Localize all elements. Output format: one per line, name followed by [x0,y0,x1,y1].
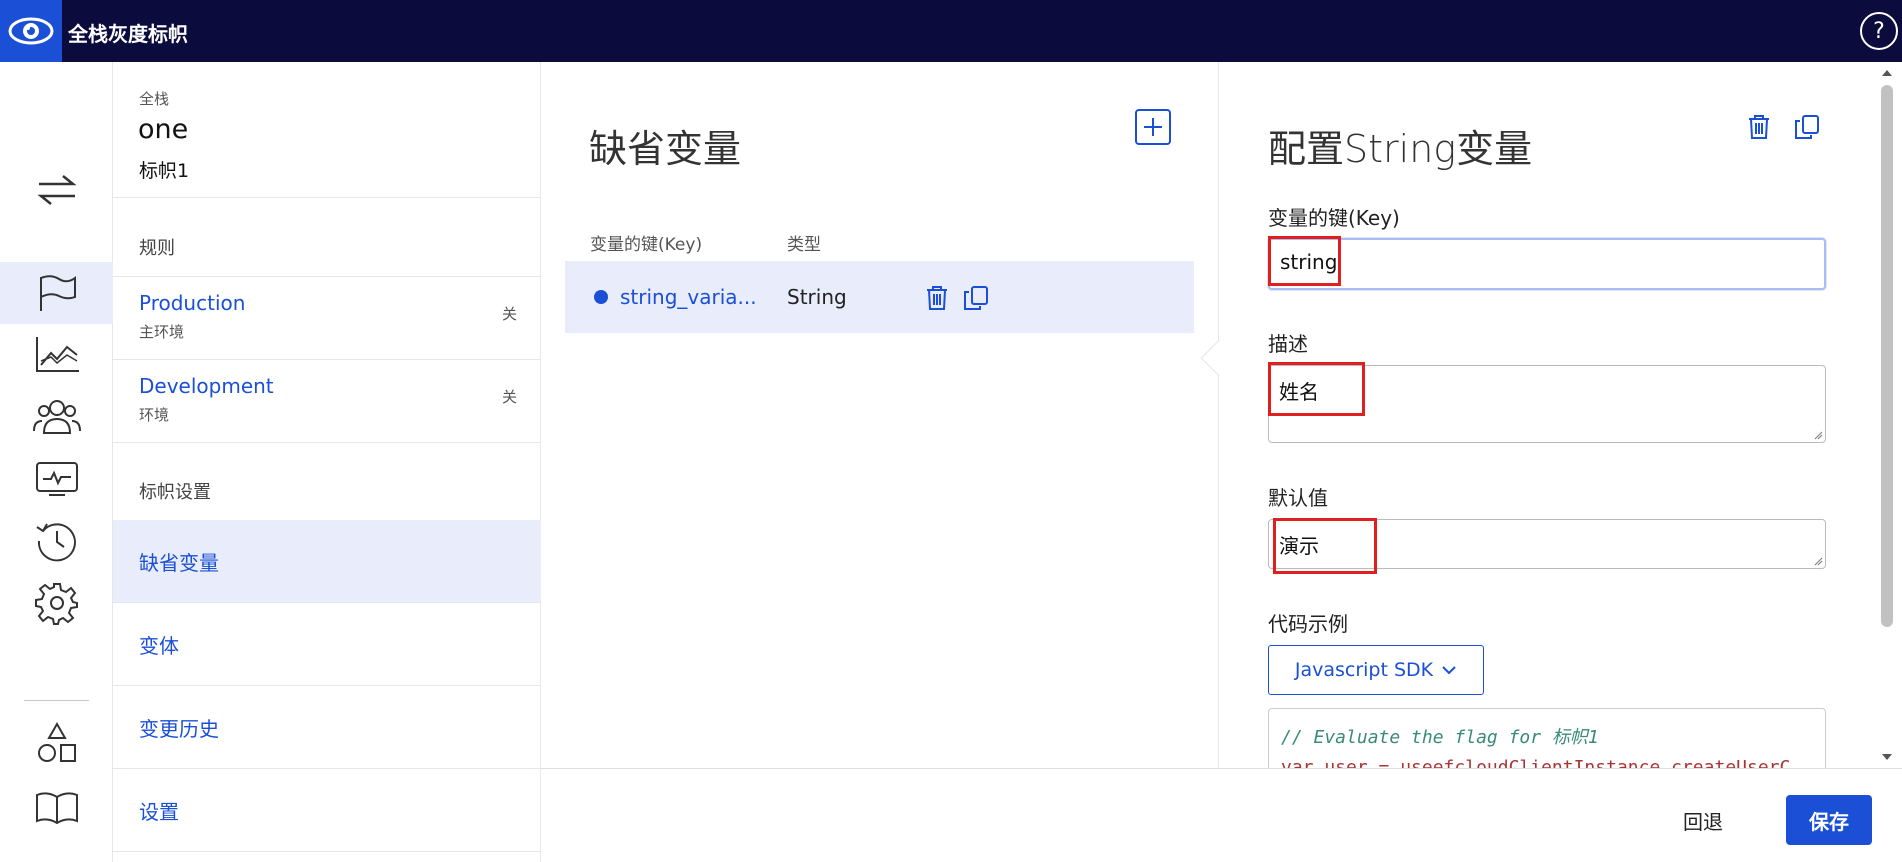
top-bar: 全栈灰度标帜 ? [0,0,1902,62]
gear-icon[interactable] [0,572,113,634]
key-label: 变量的键(Key) [1268,206,1400,230]
history-icon[interactable] [0,510,113,572]
rules-heading: 规则 [139,238,175,259]
icon-rail [0,62,113,862]
table-row[interactable]: string_varia... String [565,261,1194,333]
flag-nav: 全栈 one 标帜1 规则 Production 主环境 关 Developme… [113,62,541,862]
variables-list: 缺省变量 变量的键(Key) 类型 string_varia... String [541,62,1218,768]
footer-bar: 回退 保存 [541,768,1902,862]
scrollbar-thumb[interactable] [1881,85,1893,627]
users-icon[interactable] [0,386,113,448]
selected-dot [594,290,608,304]
default-value-label: 默认值 [1268,486,1328,510]
breadcrumb[interactable]: 全栈 [139,88,169,109]
annotation-box [1273,518,1377,574]
copy-icon[interactable] [963,285,989,311]
nav-item-settings[interactable]: 设置 [113,769,541,851]
app-title: 全栈灰度标帜 [68,22,188,46]
annotation-box [1268,236,1341,286]
panel-scrollbar[interactable] [1876,62,1902,768]
chevron-down-icon [1442,666,1456,675]
flag-icon[interactable] [0,262,113,324]
code-line: var user = useefcloudClientInstance.crea… [1281,757,1791,768]
resize-handle-icon[interactable] [1813,430,1823,440]
env-name: Development [139,374,274,398]
code-example-label: 代码示例 [1268,612,1348,636]
config-panel: 配置String变量 变量的键(Key) string 描述 姓名 默认值 演示… [1200,62,1884,768]
switch-arrows-icon[interactable] [0,162,113,218]
page-title: 缺省变量 [589,127,742,171]
env-development[interactable]: Development 环境 关 [113,360,541,442]
env-name: Production [139,291,246,315]
divider [113,851,541,852]
divider [113,197,541,198]
help-icon[interactable]: ? [1860,12,1898,50]
annotation-box [1268,362,1365,416]
code-comment: // Evaluate the flag for 标帜1 [1281,727,1599,748]
trash-icon[interactable] [1747,114,1773,142]
trash-icon[interactable] [925,285,951,311]
env-sub: 环境 [139,406,170,424]
env-state: 关 [501,388,517,406]
copy-icon[interactable] [1794,114,1820,142]
env-sub: 主环境 [139,323,185,341]
resize-handle-icon[interactable] [1813,556,1823,566]
nav-item-change-history[interactable]: 变更历史 [113,686,541,768]
nav-item-variations[interactable]: 变体 [113,603,541,685]
variable-type: String [787,285,847,309]
sdk-dropdown[interactable]: Javascript SDK [1268,645,1484,695]
eye-logo-icon[interactable] [0,0,62,62]
column-header-type: 类型 [787,235,821,255]
nav-item-default-variables[interactable]: 缺省变量 [113,520,541,602]
add-variable-button[interactable] [1135,109,1171,145]
shapes-icon[interactable] [0,712,113,774]
save-button[interactable]: 保存 [1786,795,1872,845]
plus-icon [1144,118,1162,136]
rail-divider [24,700,89,701]
panel-title: 配置String变量 [1268,127,1533,171]
env-production[interactable]: Production 主环境 关 [113,277,541,359]
sdk-dropdown-label: Javascript SDK [1294,659,1434,681]
env-state: 关 [501,305,517,323]
scroll-down-icon[interactable] [1880,752,1894,762]
chart-icon[interactable] [0,324,113,386]
flag-name: 标帜1 [139,160,190,182]
monitor-icon[interactable] [0,448,113,510]
cancel-button[interactable]: 回退 [1661,795,1745,845]
flag-settings-heading: 标帜设置 [139,482,211,503]
description-label: 描述 [1268,332,1308,356]
code-sample: // Evaluate the flag for 标帜1 var user = … [1268,708,1826,768]
scroll-up-icon[interactable] [1880,68,1894,78]
column-header-key: 变量的键(Key) [590,235,703,255]
key-input[interactable]: string [1268,238,1826,290]
variable-key[interactable]: string_varia... [620,285,757,309]
divider [113,442,541,443]
flag-key: one [138,114,189,145]
book-icon[interactable] [0,780,113,836]
